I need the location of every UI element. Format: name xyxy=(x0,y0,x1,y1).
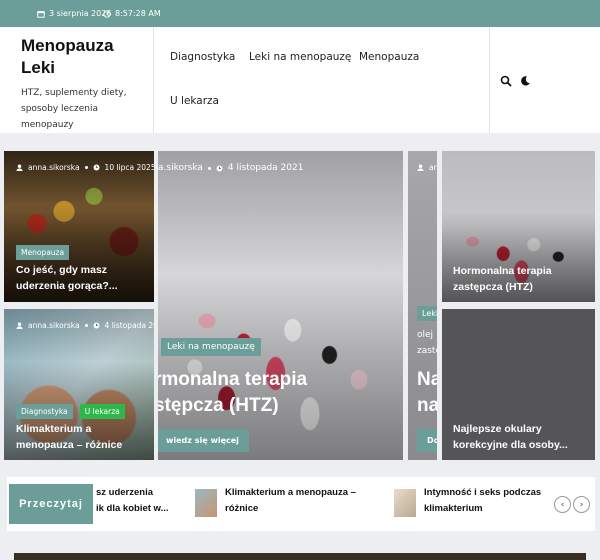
ticker-next-button[interactable]: › xyxy=(573,496,590,513)
read-more-button[interactable]: Do xyxy=(417,429,437,452)
nav-item-leki-na-menopauze[interactable]: Leki na menopauzę xyxy=(249,51,351,63)
branding: Menopauza Leki HTZ, suplementy diety, sp… xyxy=(21,35,151,133)
featured-slide[interactable]: a.sikorska 4 listopada 2021 Leki na meno… xyxy=(158,151,403,460)
clock-icon xyxy=(93,164,100,171)
post-date[interactable]: 4 listopada 2021 xyxy=(228,163,304,173)
ticker-thumb[interactable] xyxy=(195,489,217,517)
date-display: 3 sierpnia 2026 xyxy=(37,9,111,18)
post-author[interactable]: anna.sikorska xyxy=(28,321,80,330)
nav-item-menopauza[interactable]: Menopauza xyxy=(359,51,419,63)
site-header: Menopauza Leki HTZ, suplementy diety, sp… xyxy=(0,27,600,133)
calendar-icon xyxy=(37,10,45,18)
divider xyxy=(489,27,490,133)
post-author[interactable]: a.sikorska xyxy=(158,163,203,173)
ticker-item[interactable]: Klimakterium a menopauza – różnice xyxy=(225,485,390,517)
post-tags: Diagnostyka U lekarza xyxy=(16,399,127,419)
user-icon xyxy=(16,322,23,329)
post-card-htz[interactable]: Hormonalna terapia zastępcza (HTZ) xyxy=(442,151,595,302)
meta-separator xyxy=(207,166,211,170)
post-meta: a.sikorska 4 listopada 2021 xyxy=(158,163,303,173)
post-card-klimakterium[interactable]: anna.sikorska 4 listopada 2021 Diagnosty… xyxy=(4,309,154,460)
tag-u-lekarza[interactable]: U lekarza xyxy=(79,404,125,419)
clock-icon xyxy=(216,165,223,171)
ticker-item[interactable]: sz uderzenia ik dla kobiet w... xyxy=(96,485,186,517)
read-more-button[interactable]: wiedz się więcej xyxy=(158,429,249,452)
post-date[interactable]: 4 listopada 2021 xyxy=(105,321,154,330)
post-excerpt: olej zastę xyxy=(417,330,437,356)
post-tags: Menopauza xyxy=(16,240,71,260)
tag-menopauza[interactable]: Menopauza xyxy=(16,245,70,260)
clock-icon xyxy=(103,9,111,18)
clock-icon xyxy=(93,322,100,329)
moon-icon[interactable] xyxy=(519,75,531,87)
post-title[interactable]: Co jeść, gdy masz uderzenia gorąca?... xyxy=(16,262,146,294)
divider xyxy=(153,27,154,133)
read-ticker: Przeczytaj sz uderzenia ik dla kobiet w.… xyxy=(7,477,595,531)
post-meta: anna.sikorska 10 lipca 2025 xyxy=(16,163,154,172)
user-icon xyxy=(417,164,424,171)
ticker-label: Przeczytaj xyxy=(9,484,93,524)
post-title[interactable]: Najlepsze okulary korekcyjne dla osoby..… xyxy=(453,421,585,453)
nav-item-diagnostyka[interactable]: Diagnostyka xyxy=(170,51,235,63)
post-card-okulary[interactable]: Najlepsze okulary korekcyjne dla osoby..… xyxy=(442,309,595,460)
post-card-jedzenie[interactable]: anna.sikorska 10 lipca 2025 Menopauza Co… xyxy=(4,151,154,302)
slide-title[interactable]: rmonalna terapia stępcza (HTZ) xyxy=(158,367,403,419)
ticker-prev-button[interactable]: ‹ xyxy=(554,496,571,513)
time-display: 8:57:28 AM xyxy=(103,9,161,18)
search-icon[interactable] xyxy=(500,75,512,87)
tag-diagnostyka[interactable]: Diagnostyka xyxy=(16,404,73,419)
ticker-item[interactable]: Intymność i seks podczas klimakterium xyxy=(424,485,554,517)
post-meta: an xyxy=(417,163,437,172)
post-title[interactable]: Hormonalna terapia zastępcza (HTZ) xyxy=(453,263,583,295)
top-bar: 3 sierpnia 2026 8:57:28 AM xyxy=(0,0,600,27)
meta-separator xyxy=(84,166,88,169)
site-title[interactable]: Menopauza Leki xyxy=(21,35,151,79)
post-date[interactable]: 10 lipca 2025 xyxy=(105,163,154,172)
post-author[interactable]: an xyxy=(429,163,437,172)
nav-item-u-lekarza[interactable]: U lekarza xyxy=(170,95,219,107)
ticker-thumb[interactable] xyxy=(394,489,416,517)
meta-separator xyxy=(84,324,88,327)
next-slide-partial[interactable]: an Leki olej zastę Na na Do xyxy=(408,151,437,460)
site-tagline: HTZ, suplementy diety, sposoby leczenia … xyxy=(21,88,127,130)
post-meta: anna.sikorska 4 listopada 2021 xyxy=(16,321,154,330)
post-title[interactable]: Klimakterium a menopauza – różnice xyxy=(16,421,148,453)
post-tag[interactable]: Leki xyxy=(417,306,437,321)
current-time: 8:57:28 AM xyxy=(115,9,161,18)
post-author[interactable]: anna.sikorska xyxy=(28,163,80,172)
next-section-image xyxy=(14,553,586,560)
user-icon xyxy=(16,164,23,171)
post-title[interactable]: Na na xyxy=(417,367,437,419)
tag-leki-na-menopauze[interactable]: Leki na menopauzę xyxy=(161,338,261,356)
